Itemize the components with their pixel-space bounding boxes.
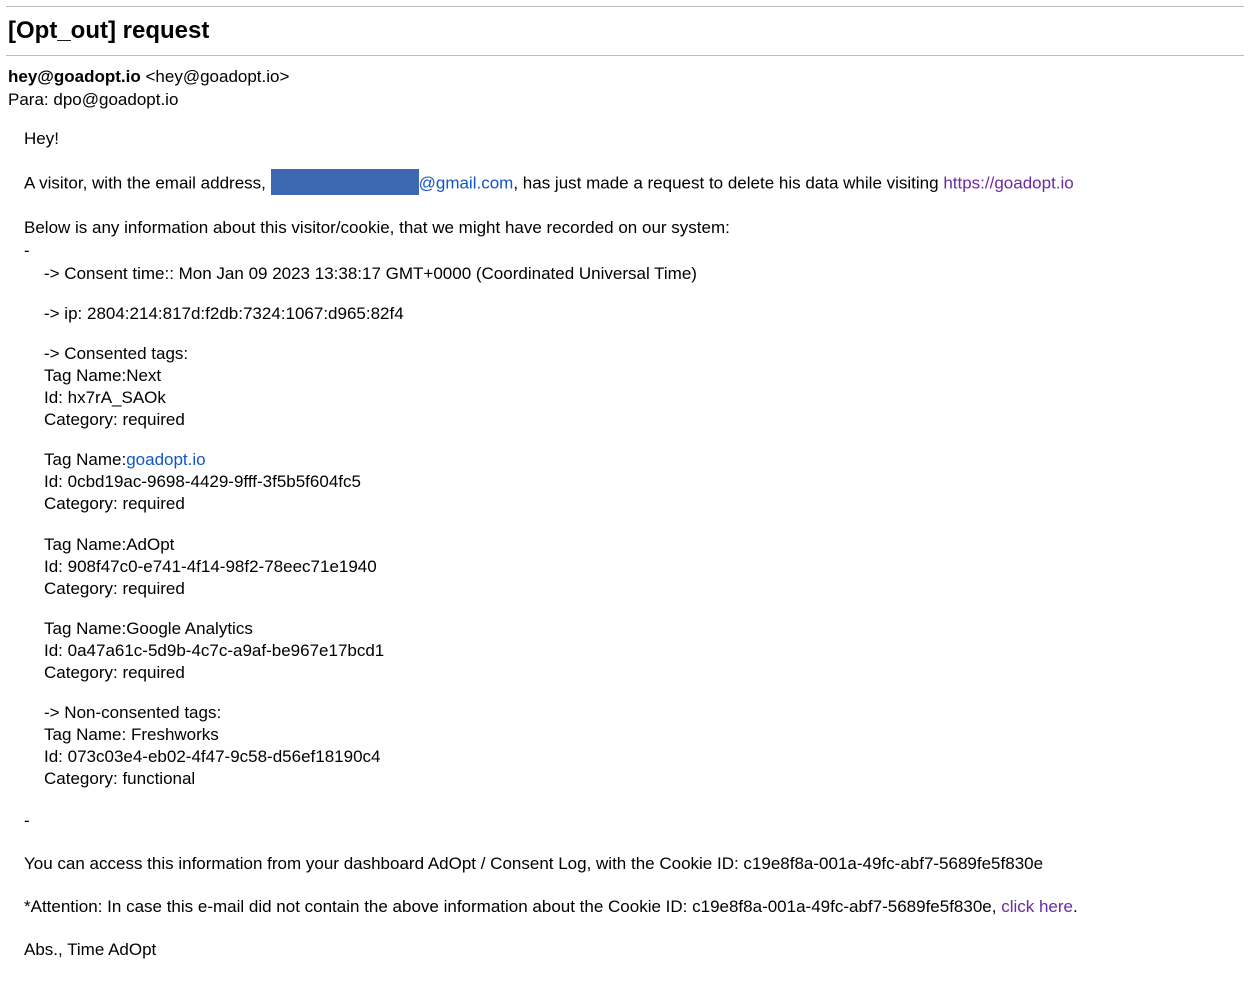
visitor-prefix: A visitor, with the email address, <box>24 173 271 192</box>
tag-id: Id: 0cbd19ac-9698-4429-9fff-3f5b5f604fc5 <box>44 471 1242 493</box>
email-body: Hey! A visitor, with the email address, … <box>6 112 1244 962</box>
attention-line: *Attention: In case this e-mail did not … <box>24 896 1242 919</box>
tag-name: Tag Name:Next <box>44 365 1242 387</box>
dashboard-line: You can access this information from you… <box>24 853 1242 876</box>
attention-suffix: . <box>1073 897 1078 916</box>
to-address: dpo@goadopt.io <box>53 90 178 109</box>
consent-time: -> Consent time:: Mon Jan 09 2023 13:38:… <box>44 263 1242 285</box>
ip-line: -> ip: 2804:214:817d:f2db:7324:1067:d965… <box>44 303 1242 325</box>
tag-name: Tag Name:AdOpt <box>44 534 1242 556</box>
divider-mid <box>6 55 1244 56</box>
consented-header: -> Consented tags: <box>44 343 1242 365</box>
visitor-email-link[interactable]: @gmail.com <box>419 173 514 192</box>
tag-name-link[interactable]: goadopt.io <box>126 450 205 469</box>
from-name: hey@goadopt.io <box>8 67 141 86</box>
tag-id: Id: 908f47c0-e741-4f14-98f2-78eec71e1940 <box>44 556 1242 578</box>
email-subject: [Opt_out] request <box>6 13 1244 55</box>
dash-bottom: - <box>24 810 1242 833</box>
visitor-line: A visitor, with the email address, @gmai… <box>24 171 1242 197</box>
tag-name: Tag Name:Google Analytics <box>44 618 1242 640</box>
below-line: Below is any information about this visi… <box>24 217 1242 240</box>
tag-category: Category: functional <box>44 768 1242 790</box>
tag-category: Category: required <box>44 662 1242 684</box>
divider-top <box>6 6 1244 7</box>
tag-category: Category: required <box>44 493 1242 515</box>
greeting: Hey! <box>24 128 1242 151</box>
tag-id: Id: 0a47a61c-5d9b-4c7c-a9af-be967e17bcd1 <box>44 640 1242 662</box>
click-here-link[interactable]: click here <box>1001 897 1073 916</box>
to-line: Para: dpo@goadopt.io <box>8 89 1242 112</box>
dash-top: - <box>24 240 1242 263</box>
tag-id: Id: hx7rA_SAOk <box>44 387 1242 409</box>
to-label: Para: <box>8 90 49 109</box>
signoff: Abs., Time AdOpt <box>24 939 1242 962</box>
tag-id: Id: 073c03e4-eb02-4f47-9c58-d56ef18190c4 <box>44 746 1242 768</box>
details-block: -> Consent time:: Mon Jan 09 2023 13:38:… <box>24 263 1242 791</box>
visitor-mid: , has just made a request to delete his … <box>513 173 943 192</box>
site-link[interactable]: https://goadopt.io <box>943 173 1073 192</box>
tag-name: Tag Name:goadopt.io <box>44 449 1242 471</box>
attention-prefix: *Attention: In case this e-mail did not … <box>24 897 1001 916</box>
nonconsented-header: -> Non-consented tags: <box>44 702 1242 724</box>
tag-category: Category: required <box>44 578 1242 600</box>
tag-category: Category: required <box>44 409 1242 431</box>
from-line: hey@goadopt.io <hey@goadopt.io> <box>8 66 1242 89</box>
email-frame: [Opt_out] request hey@goadopt.io <hey@go… <box>6 6 1244 962</box>
email-header: hey@goadopt.io <hey@goadopt.io> Para: dp… <box>6 66 1244 112</box>
from-address: <hey@goadopt.io> <box>145 67 289 86</box>
redacted-block <box>271 169 419 195</box>
tag-name: Tag Name: Freshworks <box>44 724 1242 746</box>
